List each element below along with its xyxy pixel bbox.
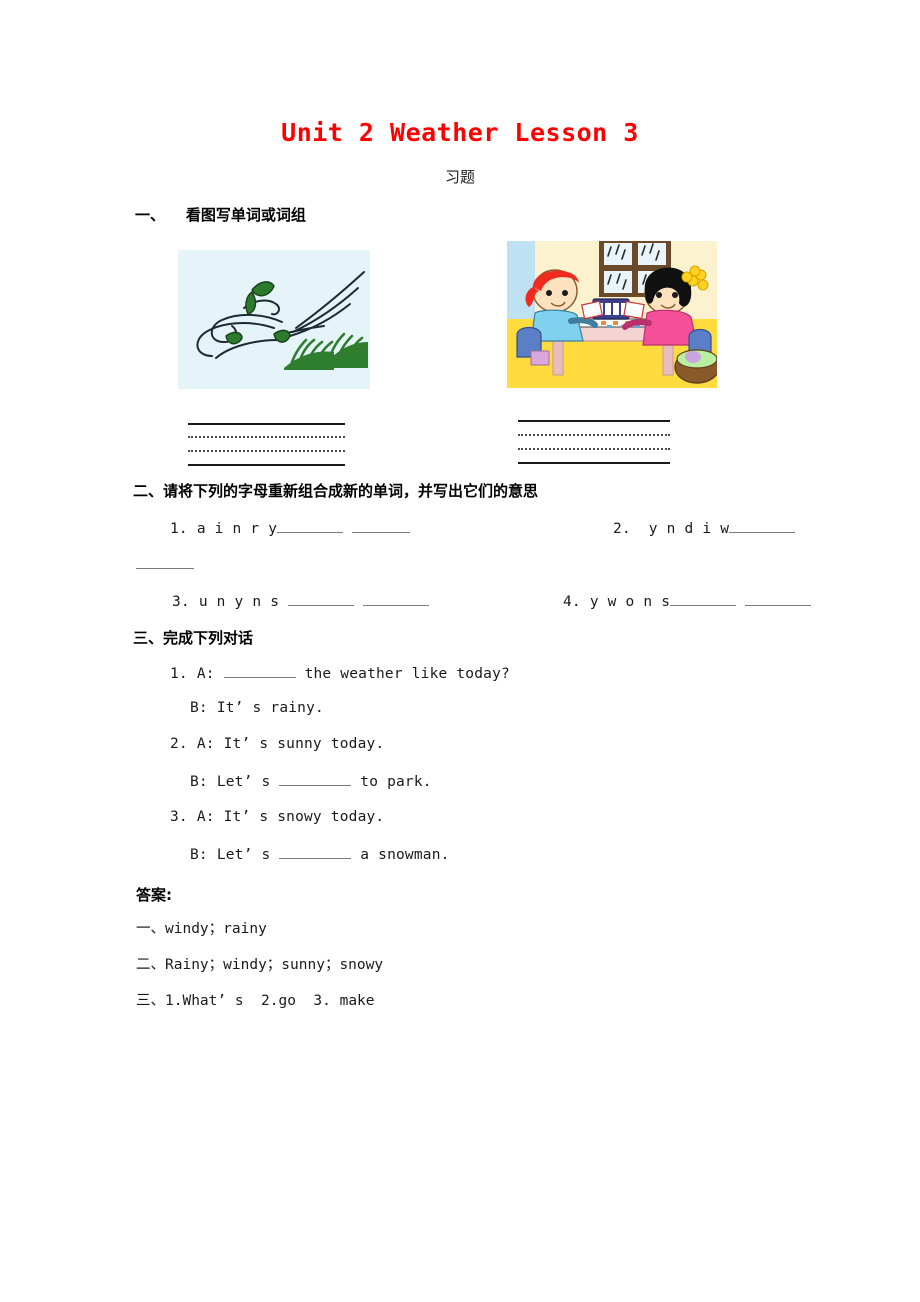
windy-scene-image	[178, 250, 370, 389]
page-subtitle: 习题	[444, 168, 475, 186]
section-3-heading: 三、完成下列对话	[133, 629, 254, 647]
dialogue-3-blank[interactable]	[279, 845, 352, 859]
answer-line-1: 一、windy；rainy	[136, 921, 267, 937]
dialogue-1-a-after: the weather like today?	[304, 666, 510, 682]
dialogue-3-a-prefix: A:	[196, 809, 215, 825]
scramble-1-letters: a i n r y	[196, 521, 278, 537]
answer-line-right-2	[518, 434, 670, 436]
dialogue-2-b-before: Let’ s	[216, 774, 271, 790]
scramble-3-letters: u n y n s	[198, 594, 280, 610]
answer-line-left-4	[188, 464, 345, 466]
dialogue-3-line-b: B: Let’ s a snowman.	[190, 845, 450, 863]
scramble-3-blank-b[interactable]	[363, 592, 430, 606]
dialogue-2-a-text: It’ s sunny today.	[223, 736, 385, 752]
scramble-2-number: 2.	[613, 521, 631, 537]
scramble-item-2-wrap	[136, 555, 194, 573]
scramble-4-blank-a[interactable]	[670, 592, 737, 606]
scramble-3-blank-a[interactable]	[288, 592, 355, 606]
dialogue-2-b-after: to park.	[360, 774, 432, 790]
scramble-2-blank-b[interactable]	[136, 555, 194, 569]
scramble-2-blank-a[interactable]	[729, 519, 796, 533]
section-2-heading: 二、请将下列的字母重新组合成新的单词，并写出它们的意思	[133, 482, 539, 500]
scramble-1-blank-a[interactable]	[277, 519, 344, 533]
answer-line-2: 二、Rainy；windy；sunny；snowy	[136, 957, 384, 973]
scramble-1-number: 1.	[170, 521, 188, 537]
answer-line-left-3	[188, 450, 345, 452]
dialogue-1-a-prefix: A:	[196, 666, 215, 682]
page-title: Unit 2 Weather Lesson 3	[281, 118, 639, 147]
answer-line-3: 三、1.What’ s 2.go 3. make	[136, 993, 375, 1009]
dialogue-2-b-prefix: B:	[190, 774, 208, 790]
answer-line-left-2	[188, 436, 345, 438]
scramble-1-blank-b[interactable]	[352, 519, 411, 533]
answer-line-right-1	[518, 420, 670, 422]
dialogue-2-blank[interactable]	[279, 772, 352, 786]
dialogue-2-a-prefix: A:	[196, 736, 215, 752]
dialogue-3-a-text: It’ s snowy today.	[223, 809, 385, 825]
answer-line-left-1	[188, 423, 345, 425]
section-1-heading: 一、 看图写单词或词组	[135, 206, 306, 224]
dialogue-1-b-text: It’ s rainy.	[216, 700, 324, 716]
scramble-item-3: 3. u n y n s	[172, 592, 430, 610]
dialogue-2-number: 2.	[170, 736, 188, 752]
scramble-4-letters: y w o n s	[589, 594, 671, 610]
dialogue-3-b-prefix: B:	[190, 847, 208, 863]
dialogue-1-number: 1.	[170, 666, 188, 682]
worksheet-page: Unit 2 Weather Lesson 3 习题 一、 看图写单词或词组 二…	[0, 0, 920, 1302]
scramble-item-2: 2. y n d i w	[613, 519, 796, 537]
scramble-item-4: 4. y w o n s	[563, 592, 812, 610]
dialogue-1-blank[interactable]	[223, 664, 296, 678]
answer-line-right-3	[518, 448, 670, 450]
scramble-4-blank-b[interactable]	[745, 592, 812, 606]
dialogue-1-line-a: 1. A: the weather like today?	[170, 664, 510, 682]
answer-line-right-4	[518, 462, 670, 464]
dialogue-3-line-a: 3. A: It’ s snowy today.	[170, 809, 384, 825]
scramble-4-number: 4.	[563, 594, 581, 610]
dialogue-2-line-b: B: Let’ s to park.	[190, 772, 432, 790]
indoor-rainy-scene-image	[507, 241, 717, 388]
dialogue-2-line-a: 2. A: It’ s sunny today.	[170, 736, 384, 752]
scramble-2-letters: y n d i w	[648, 521, 730, 537]
answers-heading: 答案:	[136, 886, 172, 904]
dialogue-3-b-before: Let’ s	[216, 847, 271, 863]
dialogue-3-b-after: a snowman.	[360, 847, 450, 863]
dialogue-3-number: 3.	[170, 809, 188, 825]
scramble-3-number: 3.	[172, 594, 190, 610]
scramble-item-1: 1. a i n r y	[170, 519, 411, 537]
dialogue-1-line-b: B: It’ s rainy.	[190, 700, 324, 716]
dialogue-1-b-prefix: B:	[190, 700, 208, 716]
